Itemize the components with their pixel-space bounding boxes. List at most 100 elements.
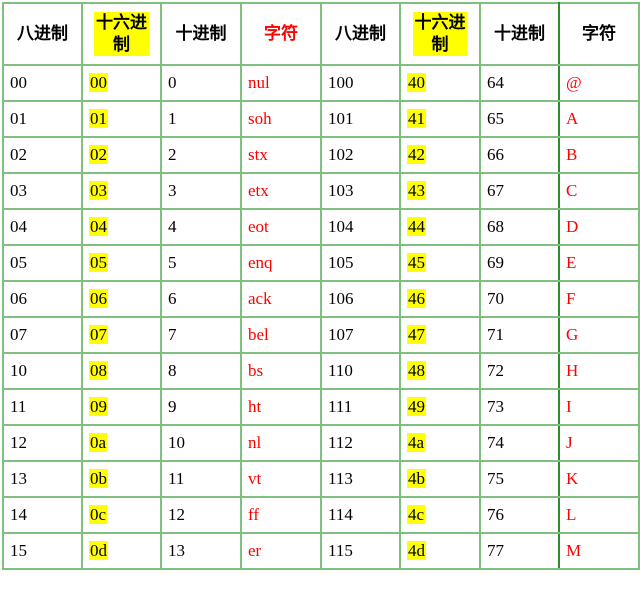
octal-cell: 07 [2,316,83,354]
hex-cell-value: 02 [89,145,108,164]
char-cell: E [558,244,640,282]
decimal-cell-value: 68 [487,217,504,236]
hex-cell-value: 48 [407,361,426,380]
decimal-cell: 5 [160,244,242,282]
hex-cell: 02 [81,136,162,174]
char-cell: soh [240,100,322,138]
header-hex-1: 十六进制 [81,2,162,66]
decimal-cell: 11 [160,460,242,498]
char-cell-value: M [566,541,582,560]
hex-cell-value: 4d [407,541,426,560]
hex-cell: 49 [399,388,481,426]
octal-cell-value: 110 [328,361,353,380]
hex-cell: 40 [399,64,481,102]
char-cell-value: eot [248,217,269,236]
table-body: 00 00 0 nul 100 40 64 @01 01 1 soh 101 41 65 A 02 02 2 stx… [2,64,640,570]
char-cell-value: etx [248,181,269,200]
decimal-cell: 2 [160,136,242,174]
octal-cell-value: 113 [328,469,353,488]
char-cell-value: enq [248,253,273,272]
decimal-cell-value: 66 [487,145,504,164]
octal-cell-value: 11 [10,397,27,416]
octal-cell-value: 106 [328,289,354,308]
hex-cell: 46 [399,280,481,318]
decimal-cell: 3 [160,172,242,210]
decimal-cell-value: 0 [168,73,177,92]
char-cell-value: A [566,109,579,128]
table-row: 10 08 8 bs 110 48 72 H [2,352,640,390]
hex-cell-value: 47 [407,325,426,344]
header-hex-2-label: 十六进制 [412,12,468,56]
hex-cell-value: 0d [89,541,108,560]
octal-cell-value: 103 [328,181,354,200]
char-cell: bs [240,352,322,390]
decimal-cell-value: 12 [168,505,185,524]
octal-cell-value: 111 [328,397,353,416]
hex-cell: 41 [399,100,481,138]
char-cell-value: nl [248,433,262,452]
char-cell: stx [240,136,322,174]
decimal-cell: 64 [479,64,560,102]
table-row: 02 02 2 stx 102 42 66 B [2,136,640,174]
hex-cell: 47 [399,316,481,354]
decimal-cell-value: 9 [168,397,177,416]
header-octal-1: 八进制 [2,2,83,66]
hex-cell: 09 [81,388,162,426]
hex-cell-value: 42 [407,145,426,164]
octal-cell: 104 [320,208,401,246]
decimal-cell: 68 [479,208,560,246]
header-octal-2: 八进制 [320,2,401,66]
decimal-cell: 76 [479,496,560,534]
octal-cell: 105 [320,244,401,282]
decimal-cell: 6 [160,280,242,318]
hex-cell-value: 46 [407,289,426,308]
octal-cell-value: 100 [328,73,354,92]
hex-cell-value: 40 [407,73,426,92]
char-cell-value: ack [248,289,272,308]
octal-cell-value: 102 [328,145,354,164]
table-row: 00 00 0 nul 100 40 64 @ [2,64,640,102]
hex-cell-value: 06 [89,289,108,308]
hex-cell-value: 09 [89,397,108,416]
header-hex-2: 十六进制 [399,2,481,66]
char-cell: eot [240,208,322,246]
char-cell: D [558,208,640,246]
hex-cell-value: 44 [407,217,426,236]
char-cell: C [558,172,640,210]
decimal-cell: 8 [160,352,242,390]
octal-cell-value: 107 [328,325,354,344]
char-cell: H [558,352,640,390]
header-decimal-2: 十进制 [479,2,560,66]
octal-cell: 114 [320,496,401,534]
decimal-cell: 67 [479,172,560,210]
decimal-cell-value: 72 [487,361,504,380]
table-row: 05 05 5 enq 105 45 69 E [2,244,640,282]
octal-cell: 11 [2,388,83,426]
char-cell-value: vt [248,469,262,488]
octal-cell: 14 [2,496,83,534]
octal-cell: 111 [320,388,401,426]
octal-cell: 00 [2,64,83,102]
char-cell-value: D [566,217,579,236]
octal-cell-value: 04 [10,217,27,236]
hex-cell-value: 04 [89,217,108,236]
char-cell-value: C [566,181,578,200]
char-cell-value: B [566,145,578,164]
hex-cell-value: 01 [89,109,108,128]
hex-cell: 04 [81,208,162,246]
octal-cell-value: 112 [328,433,353,452]
hex-cell-value: 00 [89,73,108,92]
char-cell-value: @ [566,73,582,92]
table-row: 14 0c 12 ff 114 4c 76 L [2,496,640,534]
char-cell-value: H [566,361,579,380]
decimal-cell: 1 [160,100,242,138]
decimal-cell: 70 [479,280,560,318]
decimal-cell-value: 7 [168,325,177,344]
decimal-cell-value: 2 [168,145,177,164]
char-cell: ack [240,280,322,318]
octal-cell-value: 01 [10,109,27,128]
header-decimal-1: 十进制 [160,2,242,66]
octal-cell-value: 10 [10,361,27,380]
octal-cell-value: 14 [10,505,27,524]
decimal-cell: 13 [160,532,242,570]
